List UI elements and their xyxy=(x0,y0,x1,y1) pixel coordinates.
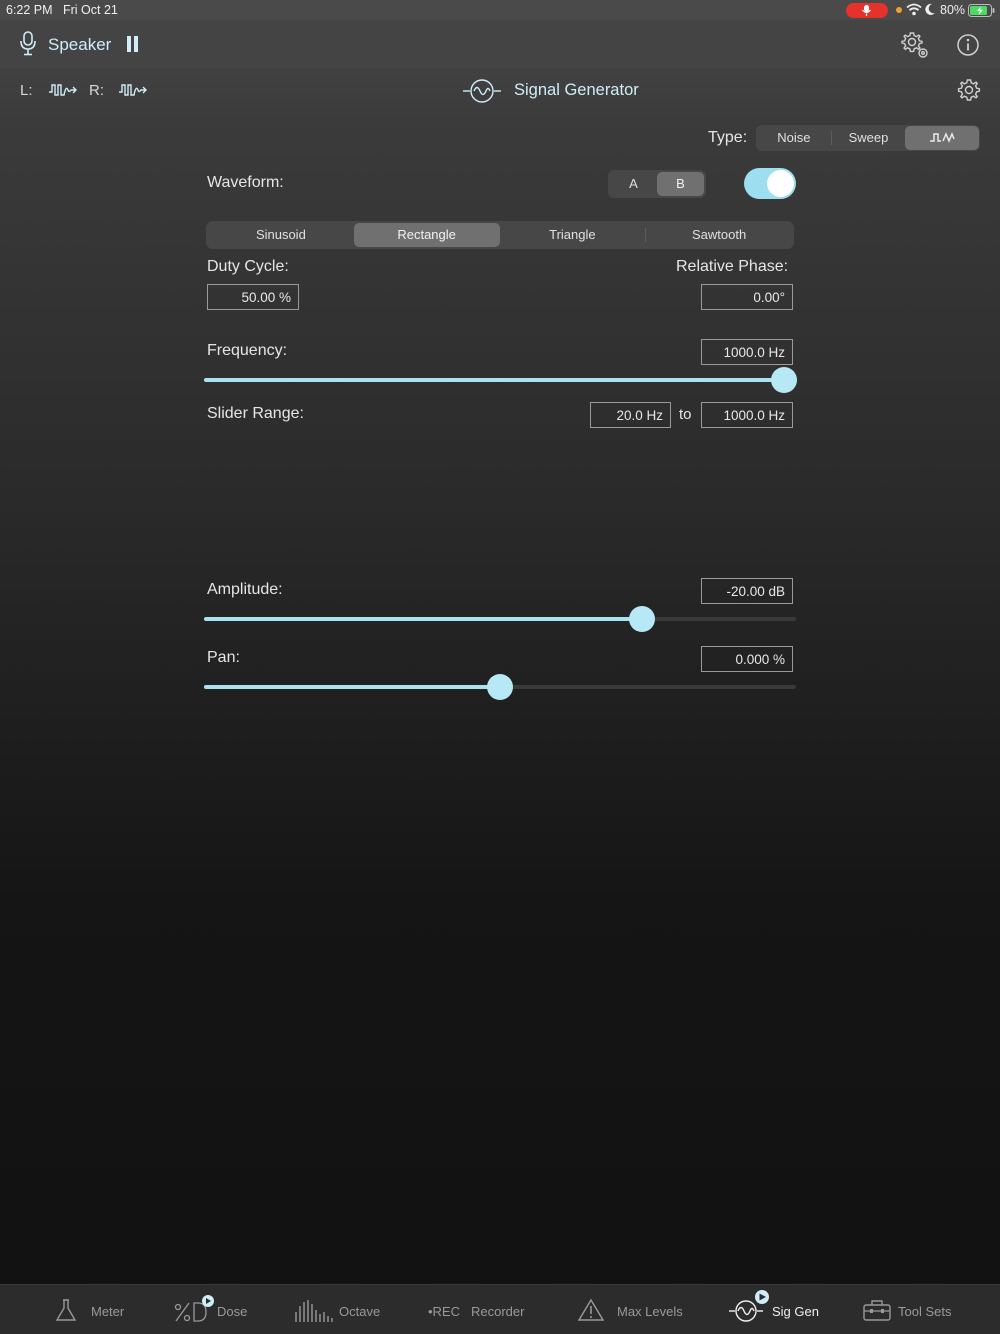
right-channel-label: R: xyxy=(89,82,104,99)
microphone-icon xyxy=(862,5,871,16)
shape-sinusoid-option[interactable]: Sinusoid xyxy=(208,223,354,247)
duty-cycle-label: Duty Cycle: xyxy=(207,258,289,275)
meter-icon xyxy=(55,1299,77,1321)
slider-range-max-input[interactable]: 1000.0 Hz xyxy=(701,402,793,428)
tab-label: Tool Sets xyxy=(898,1304,952,1319)
status-time: 6:22 PM xyxy=(6,3,53,17)
signal-generator-icon xyxy=(463,79,501,103)
tab-bar: Meter Dose Octave •REC Recorder Max Leve… xyxy=(0,1284,1000,1334)
type-waveform-option[interactable] xyxy=(905,126,980,150)
amplitude-label: Amplitude: xyxy=(207,581,283,598)
waveform-icon[interactable] xyxy=(48,80,78,100)
gear-icon[interactable] xyxy=(957,78,981,102)
tab-max-levels[interactable]: Max Levels xyxy=(578,1285,688,1334)
slider-fill xyxy=(204,617,643,621)
pan-input[interactable]: 0.000 % xyxy=(701,646,793,672)
waveform-shape-segmented-control: Sinusoid Rectangle Triangle Sawtooth xyxy=(206,221,794,249)
tab-label: Octave xyxy=(339,1304,381,1319)
type-noise-option[interactable]: Noise xyxy=(757,126,831,150)
left-channel-label: L: xyxy=(20,82,33,99)
duty-cycle-input[interactable]: 50.00 % xyxy=(207,284,299,310)
rec-icon: •REC xyxy=(428,1304,460,1319)
battery-icon xyxy=(968,4,995,17)
waveform-b-option[interactable]: B xyxy=(657,172,704,196)
max-levels-icon xyxy=(578,1298,604,1321)
tab-label: Dose xyxy=(217,1304,248,1319)
output-device-label[interactable]: Speaker xyxy=(48,35,111,55)
pause-icon[interactable] xyxy=(126,36,140,52)
top-bar: Speaker xyxy=(0,20,1000,68)
waveform-a-option[interactable]: A xyxy=(610,172,657,196)
microphone-icon[interactable] xyxy=(18,30,38,58)
settings-gear-icon[interactable] xyxy=(900,30,930,60)
slider-range-label: Slider Range: xyxy=(207,405,304,422)
dose-icon xyxy=(174,1295,214,1322)
recording-indicator xyxy=(846,3,888,18)
privacy-dot xyxy=(896,7,902,13)
shape-sawtooth-option[interactable]: Sawtooth xyxy=(646,223,792,247)
frequency-slider[interactable] xyxy=(204,365,798,395)
pan-label: Pan: xyxy=(207,649,240,666)
waveform-label: Waveform: xyxy=(207,174,284,191)
page-title: Signal Generator xyxy=(514,81,639,99)
tab-label: Max Levels xyxy=(617,1304,683,1319)
pan-slider[interactable] xyxy=(204,672,796,702)
toggle-knob xyxy=(767,170,794,197)
octave-icon xyxy=(295,1300,333,1322)
type-segmented-control: Noise Sweep xyxy=(756,125,980,151)
moon-icon xyxy=(925,3,935,15)
tab-label: Sig Gen xyxy=(772,1304,819,1319)
tab-label: Recorder xyxy=(471,1304,525,1319)
slider-range-min-input[interactable]: 20.0 Hz xyxy=(590,402,671,428)
waveform-enable-toggle[interactable] xyxy=(744,168,796,199)
slider-fill xyxy=(204,685,500,689)
tab-meter[interactable]: Meter xyxy=(52,1285,142,1334)
frequency-input[interactable]: 1000.0 Hz xyxy=(701,339,793,365)
frequency-label: Frequency: xyxy=(207,342,288,359)
ab-segmented-control: A B xyxy=(608,170,706,198)
amplitude-slider[interactable] xyxy=(204,604,796,634)
tab-octave[interactable]: Octave xyxy=(292,1285,392,1334)
tab-recorder[interactable]: •REC Recorder xyxy=(428,1285,538,1334)
relative-phase-input[interactable]: 0.00° xyxy=(701,284,793,310)
slider-fill xyxy=(204,378,785,382)
toolbox-icon xyxy=(863,1300,891,1321)
slider-thumb[interactable] xyxy=(771,367,798,393)
tab-sig-gen[interactable]: Sig Gen xyxy=(728,1285,828,1334)
status-date: Fri Oct 21 xyxy=(63,3,118,17)
waveform-icon xyxy=(930,132,955,143)
type-sweep-option[interactable]: Sweep xyxy=(832,126,906,150)
tab-dose[interactable]: Dose xyxy=(170,1285,260,1334)
sig-gen-icon xyxy=(729,1290,769,1322)
channel-bar: L: R: Signal Generator xyxy=(0,68,1000,114)
slider-thumb[interactable] xyxy=(629,606,656,632)
shape-rectangle-option[interactable]: Rectangle xyxy=(353,223,500,247)
waveform-icon[interactable] xyxy=(118,80,148,100)
relative-phase-label: Relative Phase: xyxy=(676,258,789,275)
slider-range-to-label: to xyxy=(679,406,692,423)
status-bar: 6:22 PM Fri Oct 21 80% xyxy=(0,0,1000,20)
amplitude-input[interactable]: -20.00 dB xyxy=(701,578,793,604)
type-label: Type: xyxy=(708,129,748,146)
shape-triangle-option[interactable]: Triangle xyxy=(500,223,646,247)
slider-thumb[interactable] xyxy=(487,674,513,700)
wifi-icon xyxy=(906,3,922,16)
tab-label: Meter xyxy=(91,1304,125,1319)
info-icon[interactable] xyxy=(956,33,980,57)
tab-tool-sets[interactable]: Tool Sets xyxy=(862,1285,972,1334)
battery-percentage: 80% xyxy=(940,3,966,17)
